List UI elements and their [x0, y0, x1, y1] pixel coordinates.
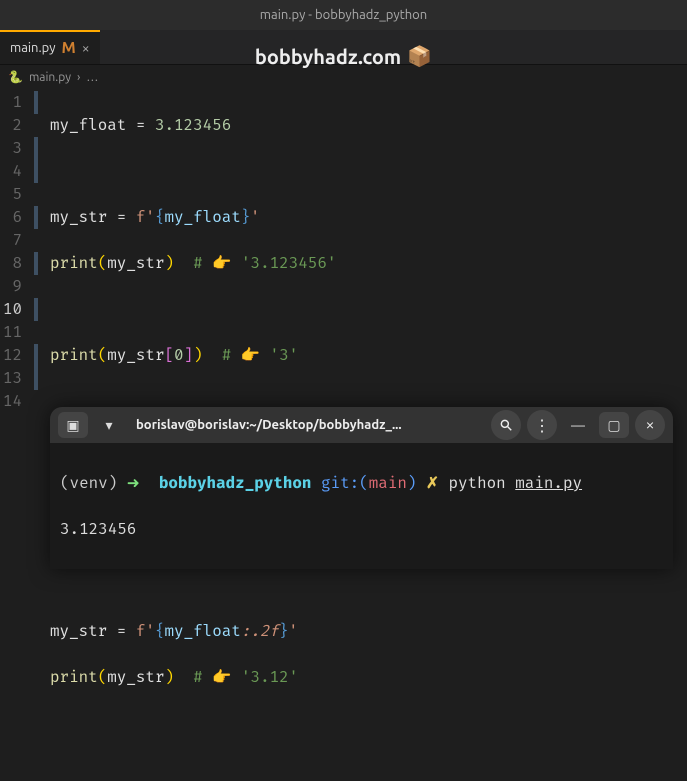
code-line [50, 574, 403, 597]
terminal-output[interactable]: (venv) ➜ bobbyhadz_python git:(main) ✗ p… [50, 443, 673, 569]
close-icon[interactable]: × [82, 40, 90, 56]
close-button[interactable]: × [635, 410, 665, 440]
terminal-panel: ▣ ▾ borislav@borislav:~/Desktop/bobbyhad… [50, 407, 673, 569]
code-line [50, 298, 403, 321]
code-line: my_str = f'{my_float}' [50, 206, 403, 229]
chevron-right-icon: › [77, 71, 80, 84]
maximize-button[interactable]: ▢ [599, 412, 629, 438]
code-line [50, 160, 403, 183]
tab-bar: main.py M × [0, 30, 687, 65]
terminal-line: 3.123456 [60, 518, 663, 541]
line-numbers: 123 456 789 101112 1314 [0, 91, 34, 781]
menu-icon[interactable]: ⋮ [527, 410, 557, 440]
code-line: print(my_str) # 👉 '3.123456' [50, 252, 403, 275]
breadcrumb[interactable]: 🐍 main.py › … [0, 65, 687, 89]
window-title: main.py - bobbyhadz_python [260, 8, 427, 22]
python-icon: 🐍 [8, 70, 23, 84]
code-line: print(my_str[0]) # 👉 '3' [50, 344, 403, 367]
editor-tab-main[interactable]: main.py M × [0, 30, 100, 64]
chevron-down-icon[interactable]: ▾ [94, 412, 124, 438]
minimize-button[interactable]: — [563, 412, 593, 438]
code-line [50, 712, 403, 735]
search-icon[interactable] [491, 410, 521, 440]
title-bar: main.py - bobbyhadz_python [0, 0, 687, 30]
breadcrumb-more: … [86, 71, 98, 84]
terminal-header: ▣ ▾ borislav@borislav:~/Desktop/bobbyhad… [50, 407, 673, 443]
code-line: my_str = f'{my_float:.2f}' [50, 620, 403, 643]
new-tab-button[interactable]: ▣ [58, 412, 88, 438]
code-line: my_float = 3.123456 [50, 114, 403, 137]
code-line: print(my_str) # 👉 '3.12' [50, 666, 403, 689]
terminal-title: borislav@borislav:~/Desktop/bobbyhadz_..… [136, 418, 402, 432]
terminal-line: (venv) ➜ bobbyhadz_python git:(main) ✗ p… [60, 472, 663, 495]
breadcrumb-file: main.py [29, 71, 71, 84]
tab-filename: main.py [10, 41, 56, 55]
terminal-line: 3 [60, 564, 663, 569]
modified-indicator: M [62, 39, 76, 57]
